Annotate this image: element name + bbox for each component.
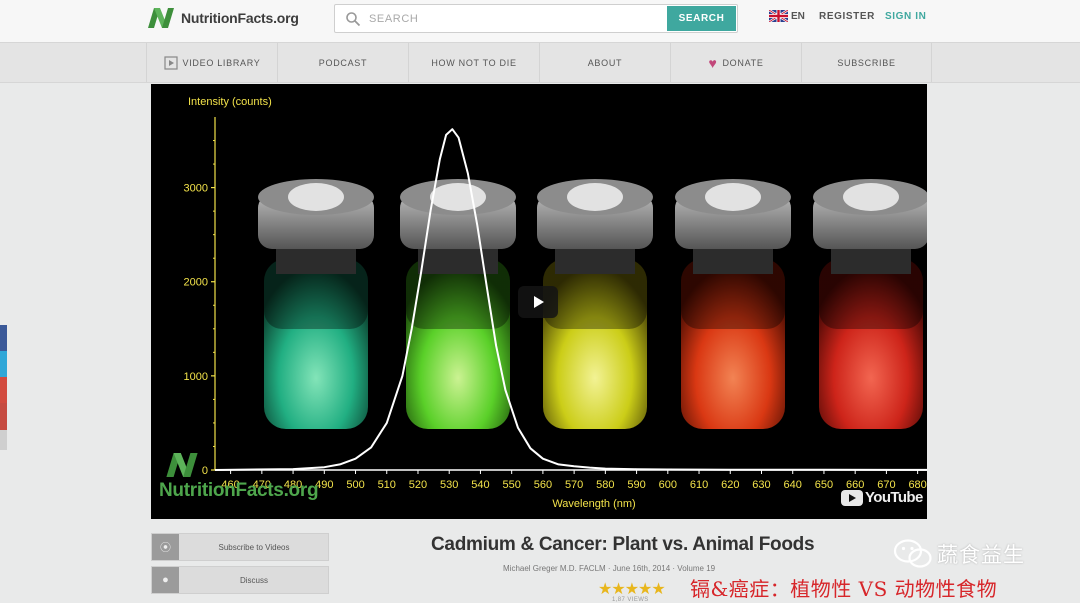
logo-icon [148, 8, 174, 28]
x-tick-label: 580 [596, 479, 614, 491]
vials-layer [258, 179, 927, 429]
nav-podcast[interactable]: PODCAST [277, 43, 408, 82]
nav-label: DONATE [722, 57, 764, 68]
wechat-account-name: 蔬食益生 [937, 543, 1025, 567]
rating-stars[interactable]: ★★★★★ [598, 579, 666, 599]
x-tick-label: 500 [346, 479, 364, 491]
y-tick-label: 2000 [184, 277, 208, 289]
subscribe-label: Subscribe to Videos [218, 542, 290, 552]
search-input[interactable] [369, 10, 659, 28]
chat-icon: ● [152, 567, 179, 593]
play-button[interactable] [518, 286, 558, 318]
nav-label: PODCAST [318, 57, 368, 68]
y-tick-label: 1000 [184, 371, 208, 383]
x-tick-label: 550 [502, 479, 520, 491]
discuss-button[interactable]: ● Discuss [151, 566, 329, 594]
vial-5 [813, 179, 927, 429]
video-player[interactable]: 0 1000 2000 3000 460 470 480 490 500 510 520 530 540… [151, 84, 927, 519]
language-selector[interactable]: EN [769, 10, 805, 22]
watermark-text: NutritionFacts.org [159, 480, 319, 501]
google-share-icon[interactable] [0, 377, 7, 403]
nav-donate[interactable]: ♥ DONATE [670, 43, 801, 82]
x-tick-label: 590 [627, 479, 645, 491]
x-tick-label: 520 [409, 479, 427, 491]
nav-video-library[interactable]: VIDEO LIBRARY [146, 43, 277, 82]
vial-4 [675, 179, 791, 429]
twitter-share-icon[interactable] [0, 351, 7, 377]
nav-how-not-to-die[interactable]: HOW NOT TO DIE [408, 43, 539, 82]
pinterest-share-icon[interactable] [0, 403, 7, 430]
x-tick-label: 610 [690, 479, 708, 491]
x-tick-label: 650 [815, 479, 833, 491]
y-tick-label: 0 [202, 465, 208, 477]
top-bar: NutritionFacts.org SEARCH EN REGISTER SI… [0, 0, 1080, 42]
pin-icon: ⦿ [152, 534, 179, 560]
register-link[interactable]: REGISTER [819, 11, 875, 22]
x-tick-label: 620 [721, 479, 739, 491]
video-meta: Michael Greger M.D. FACLM · June 16th, 2… [503, 564, 716, 573]
youtube-badge[interactable]: YouTube [841, 489, 923, 506]
sign-in-link[interactable]: SIGN IN [885, 11, 926, 22]
uk-flag-icon [769, 10, 788, 22]
facebook-share-icon[interactable] [0, 325, 7, 351]
discuss-label: Discuss [239, 575, 268, 585]
youtube-label: YouTube [865, 489, 923, 506]
video-title: Cadmium & Cancer: Plant vs. Animal Foods [431, 534, 815, 555]
chinese-caption: 镉&癌症：植物性 VS 动物性食物 [690, 577, 998, 601]
subscribe-to-videos-button[interactable]: ⦿ Subscribe to Videos [151, 533, 329, 561]
wechat-icon [893, 539, 932, 568]
y-tick-label: 3000 [184, 183, 208, 195]
x-tick-label: 640 [784, 479, 802, 491]
heart-icon: ♥ [708, 54, 718, 71]
vial-1 [258, 179, 374, 429]
x-tick-label: 510 [378, 479, 396, 491]
nav-label: ABOUT [587, 57, 623, 68]
more-share-icon[interactable] [0, 430, 7, 450]
language-label: EN [791, 10, 805, 22]
nav-subscribe[interactable]: SUBSCRIBE [801, 43, 932, 82]
search-icon [346, 12, 361, 27]
x-axis-title: Wavelength (nm) [552, 498, 635, 510]
main-nav: VIDEO LIBRARY PODCAST HOW NOT TO DIE ABO… [0, 42, 1080, 83]
youtube-icon [841, 489, 863, 506]
nav-label: HOW NOT TO DIE [431, 57, 517, 68]
x-tick-label: 540 [471, 479, 489, 491]
logo-text: NutritionFacts.org [181, 10, 299, 26]
search-bar: SEARCH [334, 4, 738, 33]
video-library-icon [163, 55, 178, 70]
x-tick-label: 530 [440, 479, 458, 491]
nav-about[interactable]: ABOUT [539, 43, 670, 82]
nav-label: SUBSCRIBE [837, 57, 896, 68]
search-button[interactable]: SEARCH [667, 6, 736, 31]
y-axis-title: Intensity (counts) [188, 96, 272, 108]
watermark-logo-icon [166, 453, 198, 477]
x-tick-label: 600 [659, 479, 677, 491]
vial-2 [400, 179, 516, 429]
x-tick-label: 570 [565, 479, 583, 491]
site-logo[interactable]: NutritionFacts.org [146, 6, 299, 30]
nav-label: VIDEO LIBRARY [182, 57, 261, 68]
x-tick-label: 630 [752, 479, 770, 491]
view-count: 1,87 VIEWS [612, 597, 649, 603]
x-tick-label: 560 [534, 479, 552, 491]
wechat-watermark: 蔬食益生 [893, 538, 1025, 570]
star-icon: ★★★★★ [598, 581, 666, 598]
